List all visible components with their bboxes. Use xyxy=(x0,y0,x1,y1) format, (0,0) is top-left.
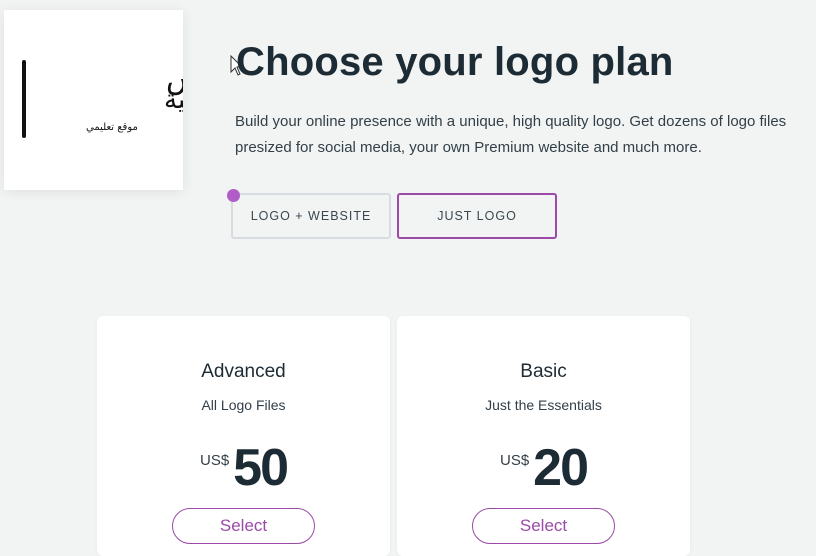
plan-name: Advanced xyxy=(201,361,286,382)
page-description: Build your online presence with a unique… xyxy=(235,113,787,156)
page-title: Choose your logo plan xyxy=(236,40,674,84)
logo-tagline: موقع تعليمي xyxy=(86,122,138,133)
select-advanced-button[interactable]: Select xyxy=(172,508,315,544)
price-amount: 50 xyxy=(233,439,289,497)
indicator-dot-icon xyxy=(227,189,240,202)
plan-subtitle: Just the Essentials xyxy=(485,397,602,413)
logo-graphic: ووردبريس بالعربية موقع تعليمي xyxy=(22,60,183,138)
just-logo-toggle-button[interactable]: JUST LOGO xyxy=(397,193,557,239)
price-currency: US$ xyxy=(499,452,530,469)
logo-website-toggle-button[interactable]: LOGO + WEBSITE xyxy=(231,193,391,239)
price-amount: 20 xyxy=(533,439,589,497)
price-currency: US$ xyxy=(199,452,230,469)
plan-card-basic: Basic Just the Essentials US$ 20 Select xyxy=(397,316,690,556)
plan-subtitle: All Logo Files xyxy=(201,397,286,413)
logo-line-2: بالعربية xyxy=(164,85,183,115)
plan-price: US$ 50 xyxy=(97,442,390,496)
plan-name: Basic xyxy=(520,361,567,382)
plan-card-advanced: Advanced All Logo Files US$ 50 Select xyxy=(97,316,390,556)
site-logo[interactable]: ووردبريس بالعربية موقع تعليمي xyxy=(4,10,183,190)
select-basic-button[interactable]: Select xyxy=(472,508,615,544)
plan-price: US$ 20 xyxy=(397,442,690,496)
